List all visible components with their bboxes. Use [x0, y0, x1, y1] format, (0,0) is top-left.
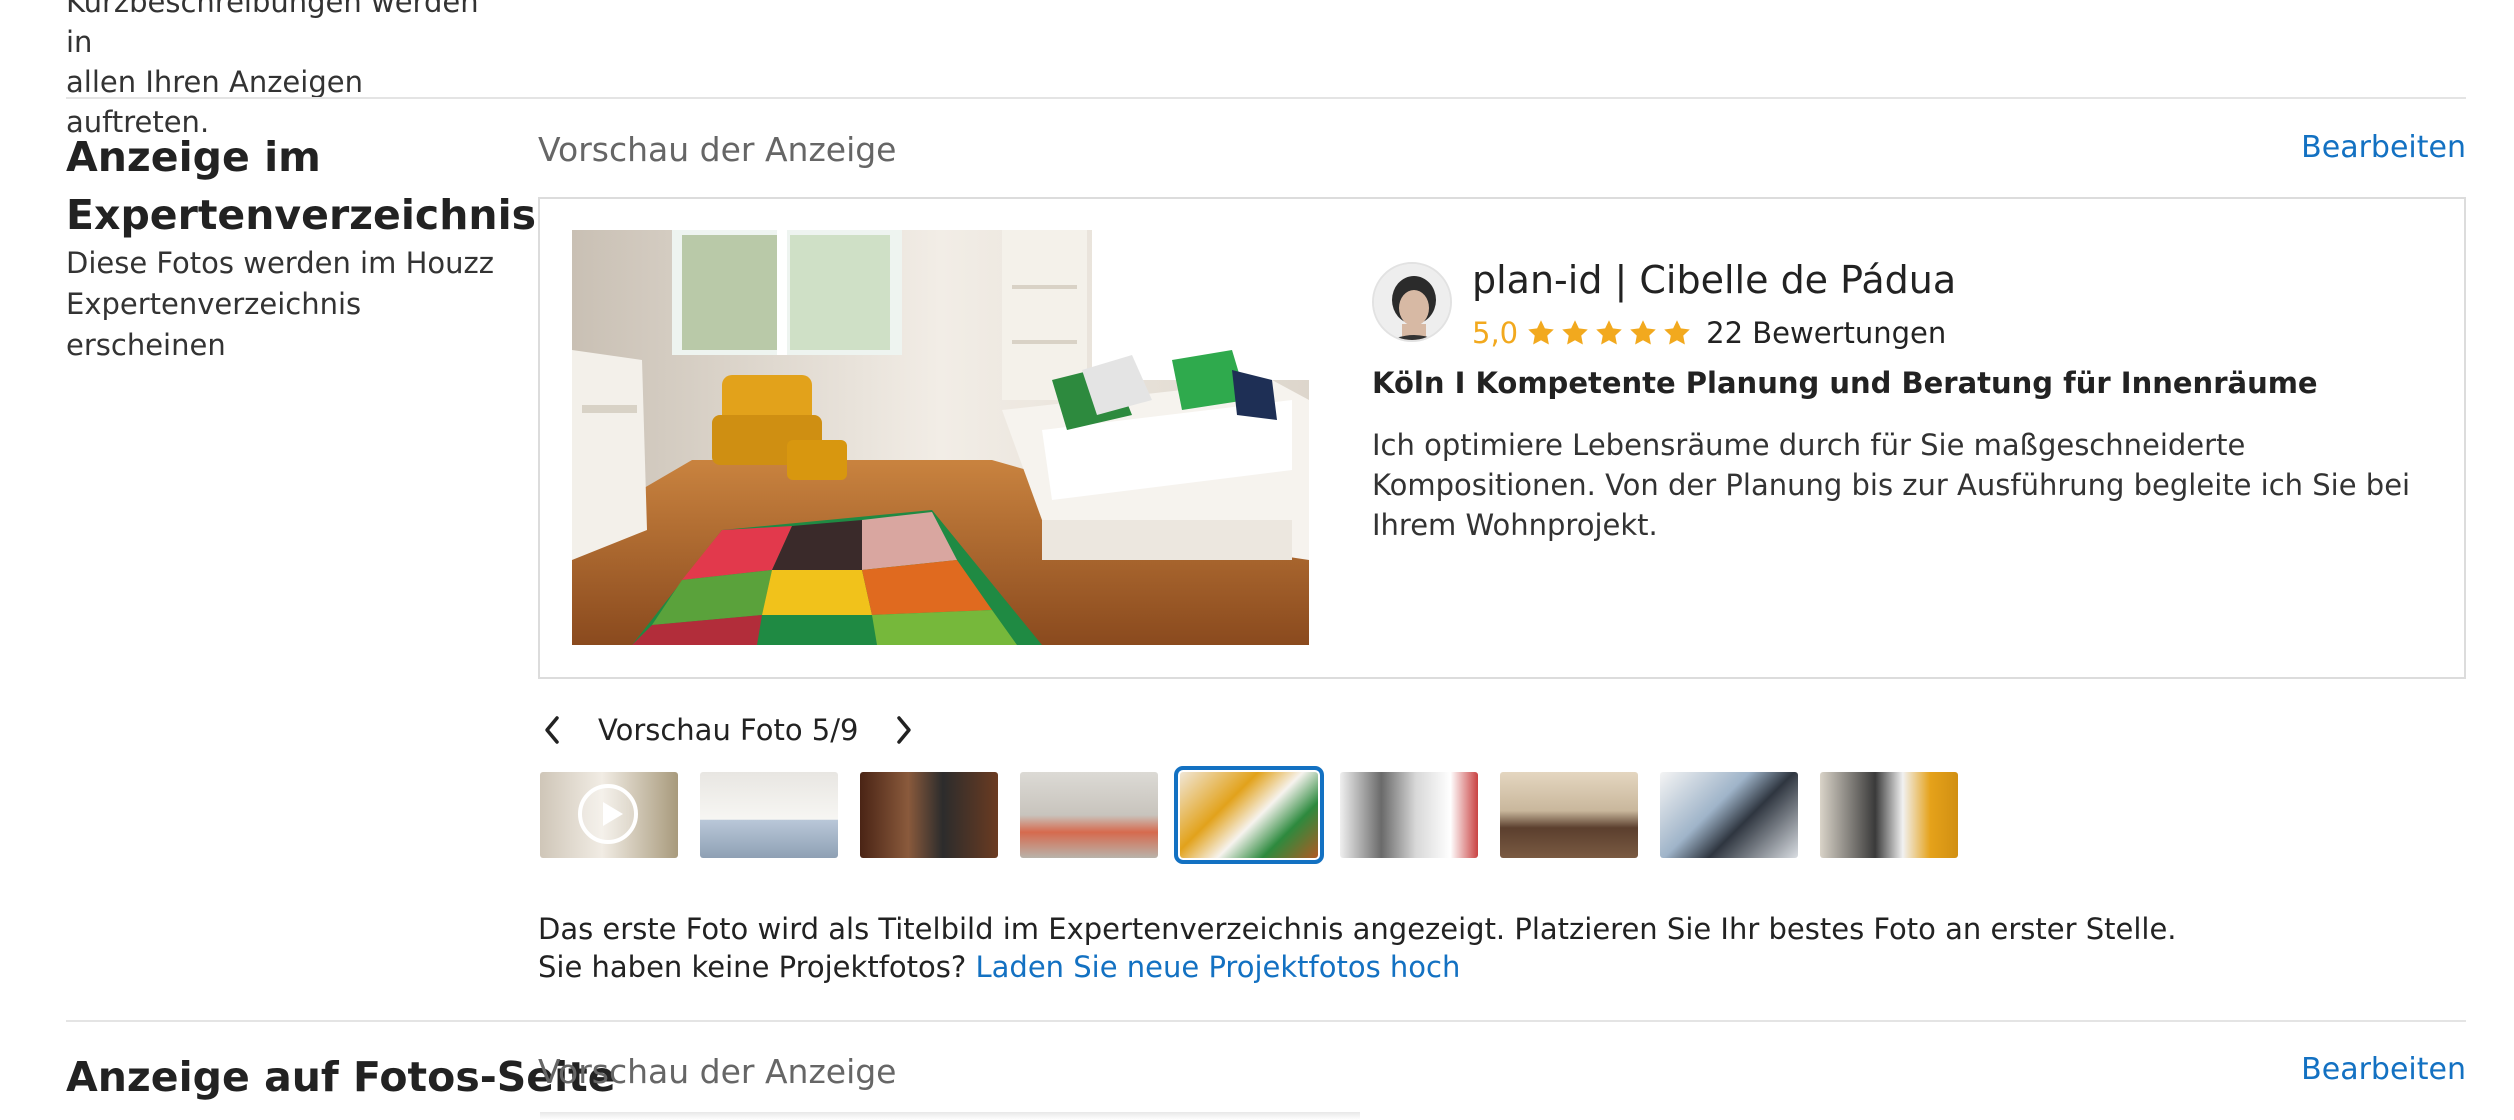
preview-label: Vorschau der Anzeige	[538, 1052, 897, 1091]
pro-name[interactable]: plan-id | Cibelle de Pádua	[1472, 258, 1956, 302]
star-icon	[1630, 320, 1656, 345]
edit-button[interactable]: Bearbeiten	[2301, 1052, 2466, 1087]
rating-row: 5,0 22 Bewertungen	[1472, 313, 1946, 353]
star-icon	[1596, 320, 1622, 345]
photo-thumbnail[interactable]	[1820, 772, 1958, 858]
photo-thumbnail[interactable]	[1340, 772, 1478, 858]
photo-thumbnail-selected[interactable]	[1174, 766, 1324, 864]
divider	[66, 97, 2466, 99]
play-icon	[578, 784, 638, 844]
photo-thumbnail[interactable]	[860, 772, 998, 858]
review-count[interactable]: 22 Bewertungen	[1706, 316, 1946, 350]
photo-hint-line-1: Das erste Foto wird als Titelbild im Exp…	[538, 912, 2177, 946]
avatar[interactable]	[1372, 262, 1452, 342]
photo-thumbnail[interactable]	[540, 772, 678, 858]
photo-thumbnail[interactable]	[1500, 772, 1638, 858]
main-listing-photo	[572, 230, 1309, 645]
section-title-line-1: Anzeige im	[66, 133, 321, 181]
rating-value: 5,0	[1472, 316, 1519, 350]
preview-label: Vorschau der Anzeige	[538, 130, 897, 169]
section-desc-line-1: Diese Fotos werden im Houzz	[66, 246, 494, 280]
star-icon	[1528, 320, 1554, 345]
photo-hint-line-2: Sie haben keine Projektfotos? Laden Sie …	[538, 948, 2177, 986]
photo-counter: Vorschau Foto 5/9	[598, 713, 859, 747]
chevron-left-icon[interactable]	[538, 710, 566, 750]
intro-description: Kurzbeschreibungen werden in allen Ihren…	[66, 0, 486, 142]
photo-thumbnail[interactable]	[1020, 772, 1158, 858]
edit-button[interactable]: Bearbeiten	[2301, 130, 2466, 165]
photo-thumbnail-strip	[540, 766, 1980, 864]
section-title-line-2: Expertenverzeichnis	[66, 191, 537, 239]
intro-line-1: Kurzbeschreibungen werden in	[66, 0, 479, 59]
divider	[66, 1020, 2466, 1022]
chevron-right-icon[interactable]	[890, 710, 918, 750]
directory-section-heading: Anzeige im Expertenverzeichnis	[66, 128, 537, 244]
star-icon	[1664, 320, 1690, 345]
photos-section-title: Anzeige auf Fotos-Seite	[66, 1053, 616, 1101]
photo-hint: Das erste Foto wird als Titelbild im Exp…	[538, 910, 2177, 986]
photo-navigation: Vorschau Foto 5/9	[538, 706, 918, 754]
photo-hint-prefix: Sie haben keine Projektfotos?	[538, 950, 967, 984]
photo-thumbnail[interactable]	[1660, 772, 1798, 858]
upload-photos-link[interactable]: Laden Sie neue Projektfotos hoch	[975, 950, 1460, 984]
section-desc-line-2: Expertenverzeichnis erscheinen	[66, 287, 362, 362]
directory-section-description: Diese Fotos werden im Houzz Expertenverz…	[66, 243, 506, 366]
photo-thumbnail[interactable]	[700, 772, 838, 858]
pro-about-text: Ich optimiere Lebensräume durch für Sie …	[1372, 428, 2411, 542]
pro-tagline: Köln I Kompetente Planung und Beratung f…	[1372, 366, 2318, 400]
preview-card-edge	[540, 1112, 1360, 1120]
star-icon	[1562, 320, 1588, 345]
